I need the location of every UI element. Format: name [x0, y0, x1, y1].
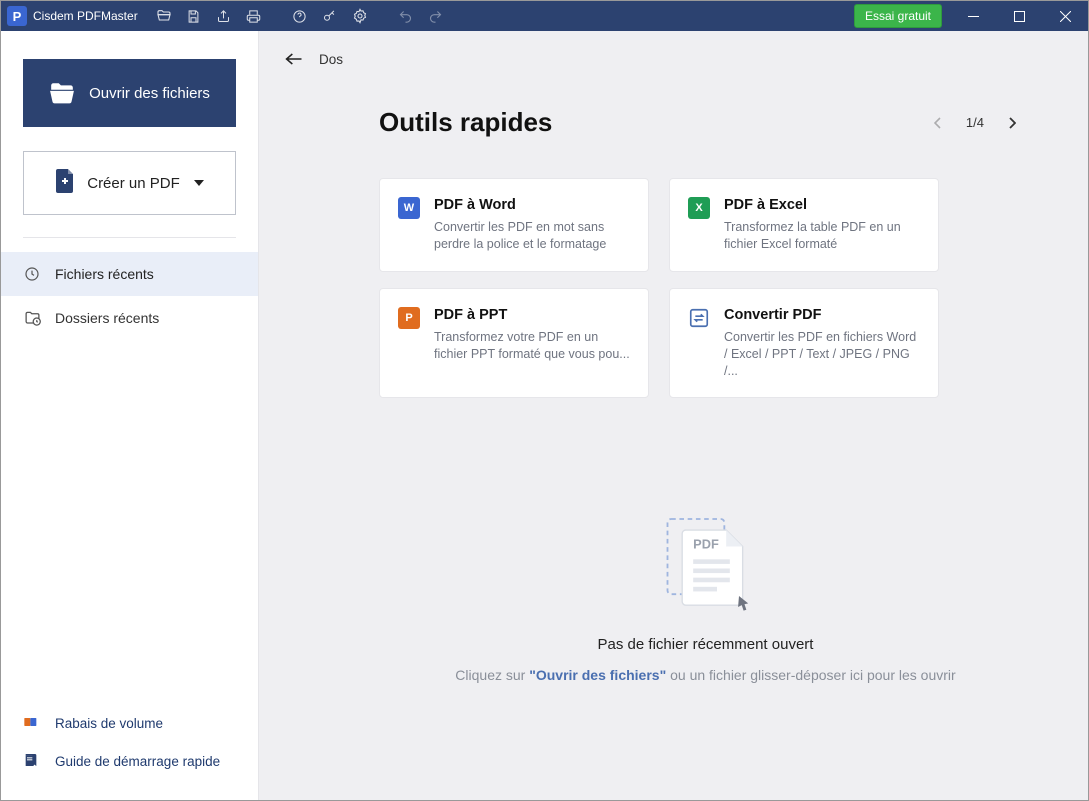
card-title: PDF à Excel [724, 197, 920, 213]
card-convert-pdf[interactable]: Convertir PDF Convertir les PDF en fichi… [669, 288, 939, 399]
open-files-button[interactable]: Ouvrir des fichiers [23, 59, 236, 127]
breadcrumb-label: Dos [319, 52, 343, 67]
file-plus-icon [55, 169, 75, 197]
empty-title: Pas de fichier récemment ouvert [598, 636, 814, 653]
card-desc: Convertir les PDF en fichiers Word / Exc… [724, 329, 920, 380]
pager-prev[interactable] [928, 113, 948, 133]
maximize-button[interactable] [996, 1, 1042, 31]
app-title: Cisdem PDFMaster [33, 9, 146, 23]
card-desc: Transformez votre PDF en un fichier PPT … [434, 329, 630, 363]
body: Ouvrir des fichiers Créer un PDF Fichier… [1, 31, 1088, 800]
redo-icon[interactable] [422, 1, 450, 31]
card-title: Convertir PDF [724, 307, 920, 323]
ppt-icon: P [398, 307, 420, 329]
open-files-label: Ouvrir des fichiers [89, 85, 210, 102]
sidebar-nav: Fichiers récents Dossiers récents [1, 252, 258, 340]
nav-recent-files-label: Fichiers récents [55, 266, 154, 282]
print-icon[interactable] [240, 1, 268, 31]
pager-label: 1/4 [966, 115, 984, 130]
sidebar: Ouvrir des fichiers Créer un PDF Fichier… [1, 31, 259, 800]
card-pdf-to-word[interactable]: W PDF à Word Convertir les PDF en mot sa… [379, 178, 649, 272]
card-title: PDF à Word [434, 197, 630, 213]
card-pdf-to-excel[interactable]: X PDF à Excel Transformez la table PDF e… [669, 178, 939, 272]
trial-button[interactable]: Essai gratuit [854, 4, 942, 28]
quick-start-link[interactable]: Guide de démarrage rapide [1, 742, 258, 780]
back-button[interactable] [283, 48, 305, 70]
sidebar-divider [23, 237, 236, 238]
excel-icon: X [688, 197, 710, 219]
breadcrumb: Dos [259, 31, 1088, 87]
pager-next[interactable] [1002, 113, 1022, 133]
card-desc: Transformez la table PDF en un fichier E… [724, 219, 920, 253]
volume-discount-link[interactable]: Rabais de volume [1, 704, 258, 742]
minimize-button[interactable] [950, 1, 996, 31]
save-icon[interactable] [180, 1, 208, 31]
empty-state[interactable]: PDF Pas de fichier récemment ouvert Cliq… [379, 508, 1032, 683]
svg-text:PDF: PDF [693, 537, 719, 552]
folder-clock-icon [23, 309, 41, 327]
settings-icon[interactable] [346, 1, 374, 31]
quick-start-label: Guide de démarrage rapide [55, 754, 220, 769]
convert-icon [688, 307, 710, 329]
section-title: Outils rapides [379, 107, 552, 138]
empty-subtitle: Cliquez sur "Ouvrir des fichiers" ou un … [455, 667, 955, 683]
main: Dos Outils rapides 1/4 [259, 31, 1088, 800]
share-icon[interactable] [210, 1, 238, 31]
app-logo-icon: P [7, 6, 27, 26]
book-icon [23, 752, 41, 770]
quick-tools-section: Outils rapides 1/4 W [259, 87, 1088, 683]
tool-cards: W PDF à Word Convertir les PDF en mot sa… [379, 178, 939, 398]
pager: 1/4 [928, 113, 1022, 133]
volume-discount-label: Rabais de volume [55, 716, 163, 731]
nav-recent-folders-label: Dossiers récents [55, 310, 159, 326]
word-icon: W [398, 197, 420, 219]
titlebar-toolbar [150, 1, 450, 31]
nav-recent-folders[interactable]: Dossiers récents [1, 296, 258, 340]
close-button[interactable] [1042, 1, 1088, 31]
card-pdf-to-ppt[interactable]: P PDF à PPT Transformez votre PDF en un … [379, 288, 649, 399]
card-title: PDF à PPT [434, 307, 630, 323]
nav-recent-files[interactable]: Fichiers récents [1, 252, 258, 296]
chevron-down-icon [194, 180, 204, 186]
app-window: P Cisdem PDFMaster [0, 0, 1089, 801]
create-pdf-label: Créer un PDF [87, 175, 180, 192]
clock-icon [23, 265, 41, 283]
help-icon[interactable] [286, 1, 314, 31]
empty-file-icon: PDF [651, 508, 761, 618]
card-desc: Convertir les PDF en mot sans perdre la … [434, 219, 630, 253]
open-files-inline-link[interactable]: "Ouvrir des fichiers" [529, 667, 666, 683]
create-pdf-button[interactable]: Créer un PDF [23, 151, 236, 215]
folder-open-icon [49, 82, 75, 104]
sidebar-bottom: Rabais de volume Guide de démarrage rapi… [1, 704, 258, 800]
key-icon[interactable] [316, 1, 344, 31]
open-folder-icon[interactable] [150, 1, 178, 31]
tag-icon [23, 714, 41, 732]
undo-icon[interactable] [392, 1, 420, 31]
titlebar: P Cisdem PDFMaster [1, 1, 1088, 31]
